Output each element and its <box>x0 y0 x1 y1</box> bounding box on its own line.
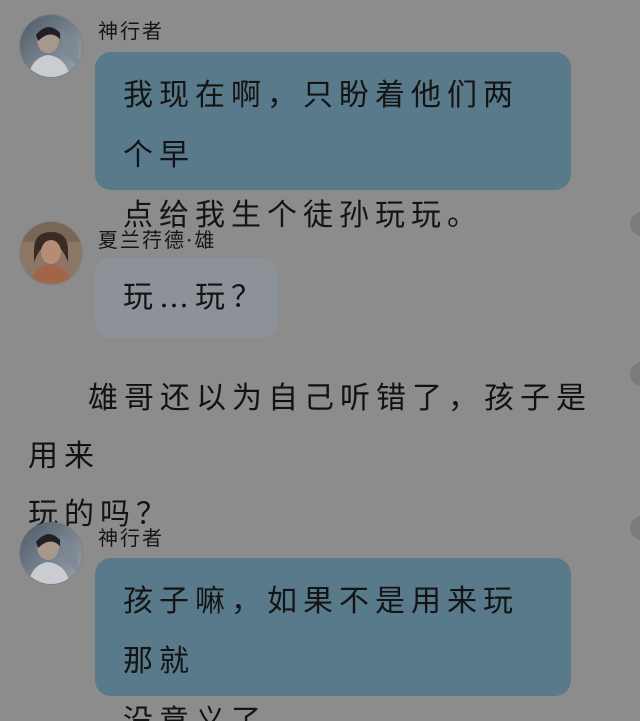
female-avatar-icon <box>20 222 82 284</box>
edge-handle <box>630 516 640 540</box>
edge-handle <box>630 362 640 386</box>
chat-screen: 神行者 我现在啊，只盼着他们两个早 点给我生个徒孙玩玩。 夏兰荇德·雄 玩…玩？… <box>0 0 640 721</box>
message-bubble[interactable]: 我现在啊，只盼着他们两个早 点给我生个徒孙玩玩。 <box>95 52 571 233</box>
speaker-name: 神行者 <box>98 526 164 550</box>
edge-handle <box>630 212 640 236</box>
narration-line: 雄哥还以为自己听错了，孩子是用来 <box>28 381 592 474</box>
message-text-line: 玩…玩？ <box>123 280 267 315</box>
narration-text: 雄哥还以为自己听错了，孩子是用来 玩的吗？ <box>28 370 618 544</box>
male-avatar-icon <box>20 522 82 584</box>
message-text-line: 没意义了。 <box>123 692 551 721</box>
speaker-name: 神行者 <box>98 19 164 43</box>
speaker-name: 夏兰荇德·雄 <box>98 228 217 252</box>
message-text-line: 我现在啊，只盼着他们两个早 <box>123 78 519 173</box>
speaker-avatar[interactable] <box>20 222 82 284</box>
male-avatar-icon <box>20 15 82 77</box>
message-bubble[interactable]: 玩…玩？ <box>95 258 278 338</box>
speaker-avatar[interactable] <box>20 522 82 584</box>
speaker-avatar[interactable] <box>20 15 82 77</box>
message-bubble[interactable]: 孩子嘛，如果不是用来玩那就 没意义了。 <box>95 558 571 721</box>
message-text-line: 孩子嘛，如果不是用来玩那就 <box>123 584 519 679</box>
